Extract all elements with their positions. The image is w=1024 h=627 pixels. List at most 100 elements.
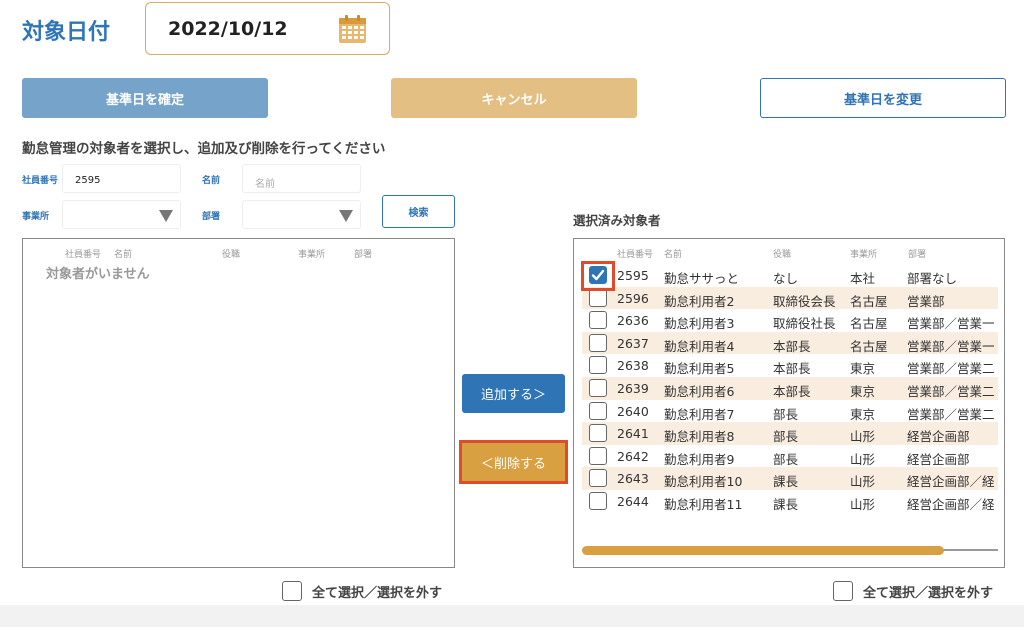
right-select-all[interactable]: 全て選択／選択を外す — [833, 581, 993, 601]
header-name: 名前 — [114, 250, 133, 260]
cell-name: 勤怠利用者9 — [664, 451, 735, 467]
employee-no-label: 社員番号 — [22, 176, 59, 186]
cell-dept: 営業部／営業二 — [907, 361, 995, 377]
row-checkbox[interactable] — [589, 492, 607, 510]
cell-employee-no: 2637 — [617, 335, 649, 351]
header-office: 事業所 — [298, 250, 326, 260]
cell-employee-no: 2596 — [617, 290, 649, 306]
cell-dept: 営業部／営業一 — [907, 338, 995, 354]
cell-dept: 営業部／営業二 — [907, 384, 995, 399]
cell-employee-no: 2641 — [617, 426, 649, 442]
selected-list-panel[interactable]: 社員番号 名前 役職 事業所 部署 2595 勤怠ササっと なし 本社 部署なし 2596… — [573, 238, 1005, 568]
table-row[interactable]: 2644 勤怠利用者11 課長 山形 経営企画部／経 — [582, 490, 998, 513]
row-checkbox[interactable] — [589, 379, 607, 397]
dept-select[interactable] — [242, 200, 361, 229]
cell-name: 勤怠利用者4 — [664, 338, 735, 354]
name-input[interactable]: 名前 — [242, 164, 361, 193]
cell-employee-no: 2642 — [617, 448, 649, 464]
cell-office: 山形 — [850, 474, 876, 490]
row-checkbox[interactable] — [589, 356, 607, 375]
header-name: 名前 — [664, 250, 683, 260]
empty-message: 対象者がいません — [46, 267, 150, 282]
dropdown-arrow-icon — [339, 210, 353, 222]
cell-employee-no: 2643 — [617, 471, 649, 487]
header-dept: 部署 — [354, 250, 373, 260]
cell-dept: 経営企画部／経 — [907, 474, 995, 490]
bottom-strip — [0, 605, 1024, 627]
attendance-target-screen: 対象日付 2022/10/12 基準日を確定 キャンセル 基準日を変更 勤怠管理… — [0, 0, 1024, 627]
table-row[interactable]: 2596 勤怠利用者2 取締役会長 名古屋 営業部 — [582, 286, 998, 310]
table-row[interactable]: 2595 勤怠ササっと なし 本社 部署なし — [582, 264, 998, 287]
cell-role: 課長 — [773, 497, 799, 512]
cell-role: 部長 — [773, 429, 799, 445]
cell-employee-no: 2638 — [617, 358, 649, 374]
cell-role: 取締役会長 — [773, 293, 836, 309]
instruction-text: 勤怠管理の対象者を選択し、追加及び削除を行ってください — [22, 141, 386, 157]
remove-button-highlight — [459, 440, 568, 484]
candidate-list-panel[interactable]: 社員番号 名前 役職 事業所 部署 対象者がいません — [22, 238, 455, 568]
cell-dept: 営業部／営業一 — [907, 316, 995, 332]
table-row[interactable]: 2638 勤怠利用者5 本部長 東京 営業部／営業二 — [582, 354, 998, 377]
cell-role: なし — [773, 271, 799, 286]
row-checkbox[interactable] — [589, 311, 607, 330]
cell-employee-no: 2636 — [617, 313, 649, 329]
office-select[interactable] — [62, 200, 181, 229]
office-label: 事業所 — [22, 212, 50, 222]
table-row[interactable]: 2642 勤怠利用者9 部長 山形 経営企画部 — [582, 445, 998, 468]
row-checkbox[interactable] — [589, 469, 607, 488]
table-row[interactable]: 2643 勤怠利用者10 課長 山形 経営企画部／経 — [582, 467, 998, 490]
confirm-base-date-button[interactable]: 基準日を確定 — [22, 78, 268, 118]
cell-dept: 経営企画部／経 — [907, 497, 995, 512]
calendar-icon[interactable] — [338, 14, 367, 44]
cell-role: 本部長 — [773, 338, 811, 354]
cell-office: 名古屋 — [850, 338, 888, 354]
cell-employee-no: 2640 — [617, 403, 649, 419]
cell-dept: 経営企画部 — [907, 451, 970, 467]
cell-name: 勤怠ササっと — [664, 271, 740, 286]
cell-office: 山形 — [850, 451, 876, 467]
cell-dept: 部署なし — [907, 271, 958, 286]
checkbox-highlight — [581, 261, 615, 291]
row-checkbox[interactable] — [589, 288, 607, 307]
cell-dept: 営業部 — [907, 293, 945, 309]
header-employee-no: 社員番号 — [617, 250, 654, 260]
table-row[interactable]: 2641 勤怠利用者8 部長 山形 経営企画部 — [582, 422, 998, 445]
left-select-all[interactable]: 全て選択／選択を外す — [282, 581, 442, 601]
cell-employee-no: 2595 — [617, 268, 649, 283]
cell-name: 勤怠利用者10 — [664, 474, 743, 490]
cell-dept: 経営企画部 — [907, 429, 970, 445]
horizontal-scrollbar-thumb[interactable] — [582, 546, 944, 555]
row-checkbox[interactable] — [589, 424, 607, 443]
select-all-checkbox[interactable] — [833, 581, 853, 601]
cell-name: 勤怠利用者8 — [664, 429, 735, 445]
table-row[interactable]: 2639 勤怠利用者6 本部長 東京 営業部／営業二 — [582, 377, 998, 400]
header-dept: 部署 — [908, 250, 927, 260]
search-button[interactable]: 検索 — [382, 195, 455, 228]
dropdown-arrow-icon — [159, 210, 173, 222]
cell-employee-no: 2644 — [617, 494, 649, 509]
table-row[interactable]: 2640 勤怠利用者7 部長 東京 営業部／営業二 — [582, 400, 998, 423]
select-all-label: 全て選択／選択を外す — [312, 585, 443, 601]
dept-label: 部署 — [202, 212, 221, 222]
cell-role: 課長 — [773, 474, 799, 490]
select-all-checkbox[interactable] — [282, 581, 302, 601]
select-all-label: 全て選択／選択を外す — [863, 585, 994, 601]
row-checkbox[interactable] — [589, 401, 607, 420]
cancel-button[interactable]: キャンセル — [391, 78, 637, 118]
cell-name: 勤怠利用者6 — [664, 384, 735, 399]
change-base-date-button[interactable]: 基準日を変更 — [760, 78, 1006, 118]
employee-no-input[interactable]: 2595 — [62, 164, 181, 193]
cell-role: 本部長 — [773, 384, 811, 399]
cell-office: 本社 — [850, 271, 876, 286]
row-checkbox[interactable] — [589, 333, 607, 352]
header-employee-no: 社員番号 — [65, 250, 102, 260]
add-button[interactable]: 追加する＞ — [462, 374, 565, 413]
table-row[interactable]: 2637 勤怠利用者4 本部長 名古屋 営業部／営業一 — [582, 331, 998, 355]
table-row[interactable]: 2636 勤怠利用者3 取締役社長 名古屋 営業部／営業一 — [582, 309, 998, 332]
cell-dept: 営業部／営業二 — [907, 406, 995, 422]
cell-name: 勤怠利用者11 — [664, 497, 743, 512]
target-date-field[interactable]: 2022/10/12 — [145, 2, 390, 55]
cell-role: 部長 — [773, 406, 799, 422]
row-checkbox[interactable] — [589, 446, 607, 465]
header-role: 役職 — [773, 250, 792, 260]
